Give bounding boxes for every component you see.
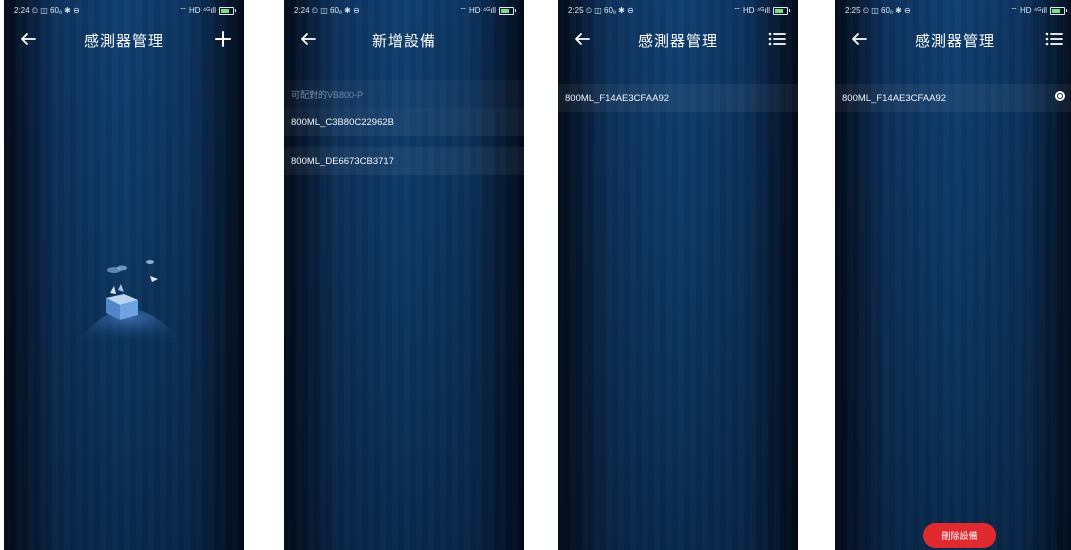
list-menu-icon[interactable] (1043, 28, 1065, 50)
empty-box-illustration (80, 260, 178, 338)
screen-sensor-management-empty: 2:24 ⏲ ◫ 60ₐ ✱ ⊖ ⌔ HD ⁴ᴳıll 感測器管理 (4, 0, 244, 550)
device-name: 800ML_F14AE3CFAA92 (842, 92, 947, 104)
app-bar: 感測器管理 (4, 22, 244, 58)
device-list-item[interactable]: 800ML_F14AE3CFAA92 (835, 84, 1071, 112)
status-time: 2:25 ⏲ ◫ 60ₐ ✱ ⊖ (845, 6, 911, 15)
status-time: 2:24 ⏲ ◫ 60ₐ ✱ ⊖ (294, 6, 360, 15)
app-bar: 感測器管理 (835, 22, 1071, 58)
status-indicators: ⌔ HD ⁴ᴳıll (459, 6, 496, 15)
page-title: 感測器管理 (83, 32, 164, 50)
device-list-item[interactable]: 800ML_C3B80C22962B (284, 108, 524, 136)
battery-icon (773, 7, 790, 15)
status-time: 2:25 ⏲ ◫ 60ₐ ✱ ⊖ (568, 6, 634, 15)
status-bar: 2:24 ⏲ ◫ 60ₐ ✱ ⊖ ⌔ HD ⁴ᴳıll (4, 0, 244, 22)
screen-sensor-management-list: 2:25 ⏲ ◫ 60ₐ ✱ ⊖ ⌔ HD ⁴ᴳıll 感測器管理 800ML_… (558, 0, 798, 550)
battery-icon (499, 7, 516, 15)
section-label-pairable: 可配對的VB800-P (284, 80, 524, 108)
select-radio-button[interactable] (1055, 91, 1065, 101)
plus-icon[interactable] (212, 28, 234, 50)
screen-sensor-management-edit: 2:25 ⏲ ◫ 60ₐ ✱ ⊖ ⌔ HD ⁴ᴳıll 感測器管理 800ML_… (835, 0, 1071, 550)
delete-device-button[interactable]: 刪除設備 (923, 523, 996, 548)
back-arrow-icon[interactable] (849, 28, 869, 50)
back-arrow-icon[interactable] (18, 28, 38, 50)
battery-icon (219, 7, 236, 15)
status-indicators: ⌔ HD ⁴ᴳıll (179, 6, 216, 15)
status-time: 2:24 ⏲ ◫ 60ₐ ✱ ⊖ (14, 6, 80, 15)
battery-icon (1050, 7, 1067, 15)
device-list-item[interactable]: 800ML_DE6673CB3717 (284, 147, 524, 175)
status-bar: 2:25 ⏲ ◫ 60ₐ ✱ ⊖ ⌔ HD ⁴ᴳıll (835, 0, 1071, 22)
page-title: 感測器管理 (637, 32, 718, 50)
app-bar: 新增設備 (284, 22, 524, 58)
screen-add-device: 2:24 ⏲ ◫ 60ₐ ✱ ⊖ ⌔ HD ⁴ᴳıll 新增設備 可配對的VB8… (284, 0, 524, 550)
status-indicators: ⌔ HD ⁴ᴳıll (733, 6, 770, 15)
status-bar: 2:25 ⏲ ◫ 60ₐ ✱ ⊖ ⌔ HD ⁴ᴳıll (558, 0, 798, 22)
page-title: 感測器管理 (914, 32, 995, 50)
device-list-item[interactable]: 800ML_F14AE3CFAA92 (558, 84, 798, 112)
status-indicators: ⌔ HD ⁴ᴳıll (1010, 6, 1047, 15)
back-arrow-icon[interactable] (298, 28, 318, 50)
list-menu-icon[interactable] (766, 28, 788, 50)
page-title: 新增設備 (371, 32, 436, 50)
status-bar: 2:24 ⏲ ◫ 60ₐ ✱ ⊖ ⌔ HD ⁴ᴳıll (284, 0, 524, 22)
app-bar: 感測器管理 (558, 22, 798, 58)
back-arrow-icon[interactable] (572, 28, 592, 50)
